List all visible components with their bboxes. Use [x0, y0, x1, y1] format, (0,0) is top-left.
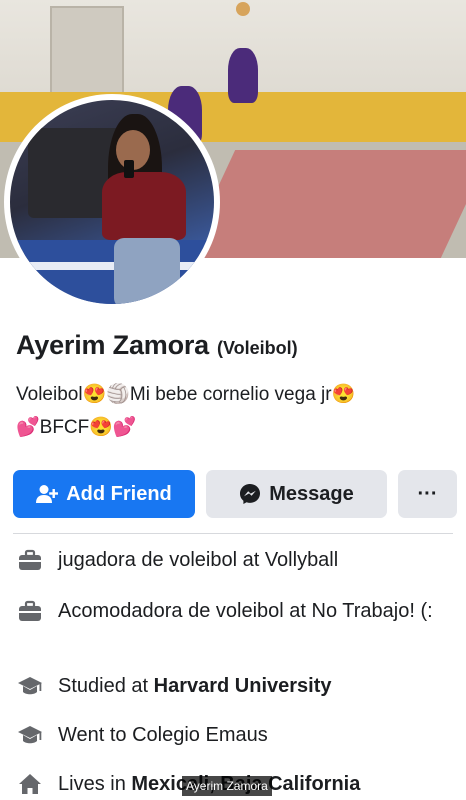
- profile-alternate-name: (Voleibol): [216, 338, 298, 358]
- message-label: Message: [269, 482, 354, 505]
- profile-bio: Voleibol😍🏐Mi bebe cornelio vega jr😍 💕BFC…: [16, 378, 452, 444]
- detail-education-2: Went to Colegio Emaus: [16, 720, 456, 750]
- message-button[interactable]: Message: [206, 470, 387, 518]
- detail-prefix: Studied at: [58, 675, 154, 697]
- profile-picture[interactable]: [4, 94, 220, 310]
- detail-text: Acomodadora de voleibol at No Trabajo! (…: [58, 600, 433, 622]
- graduation-cap-icon: [16, 671, 44, 701]
- watermark: Ayerim Zamora: [182, 776, 272, 796]
- detail-text: Studied at Harvard University: [58, 671, 456, 701]
- home-icon: [16, 769, 44, 799]
- add-friend-button[interactable]: Add Friend: [13, 470, 195, 518]
- divider: [13, 533, 453, 534]
- school-link[interactable]: Harvard University: [154, 675, 332, 697]
- add-friend-icon: [36, 484, 59, 504]
- detail-text: jugadora de voleibol at Vollyball: [58, 549, 339, 571]
- avatar-top: [102, 172, 186, 240]
- avatar: [10, 100, 214, 304]
- detail-education-1: Studied at Harvard University: [16, 671, 456, 701]
- avatar-jeans: [114, 238, 180, 304]
- cover-door: [50, 6, 124, 105]
- graduation-cap-icon: [16, 720, 44, 750]
- more-options-button[interactable]: ···: [398, 470, 457, 518]
- avatar-bed: [10, 240, 214, 304]
- avatar-bed-stripe: [10, 262, 214, 270]
- detail-work-2: Acomodadora de voleibol at No Trabajo! (…: [16, 596, 456, 626]
- avatar-phone: [124, 160, 134, 178]
- bio-line: 💕BFCF😍💕: [16, 417, 137, 438]
- add-friend-label: Add Friend: [66, 482, 172, 505]
- detail-text: Went to Colegio Emaus: [58, 724, 268, 746]
- cover-player: [228, 48, 258, 103]
- profile-name-row: Ayerim Zamora (Voleibol): [16, 330, 298, 361]
- bio-line: Voleibol😍🏐Mi bebe cornelio vega jr😍: [16, 384, 356, 405]
- detail-prefix: Lives in: [58, 773, 132, 795]
- briefcase-icon: [16, 545, 44, 575]
- more-dots-icon: ···: [417, 482, 438, 505]
- detail-work-1: jugadora de voleibol at Vollyball: [16, 545, 456, 575]
- volleyball: [236, 2, 250, 16]
- profile-name: Ayerim Zamora: [16, 330, 209, 360]
- briefcase-icon: [16, 596, 44, 626]
- messenger-icon: [239, 483, 261, 505]
- profile-actions: Add Friend Message ···: [13, 470, 457, 518]
- cover-court-line: [184, 150, 466, 258]
